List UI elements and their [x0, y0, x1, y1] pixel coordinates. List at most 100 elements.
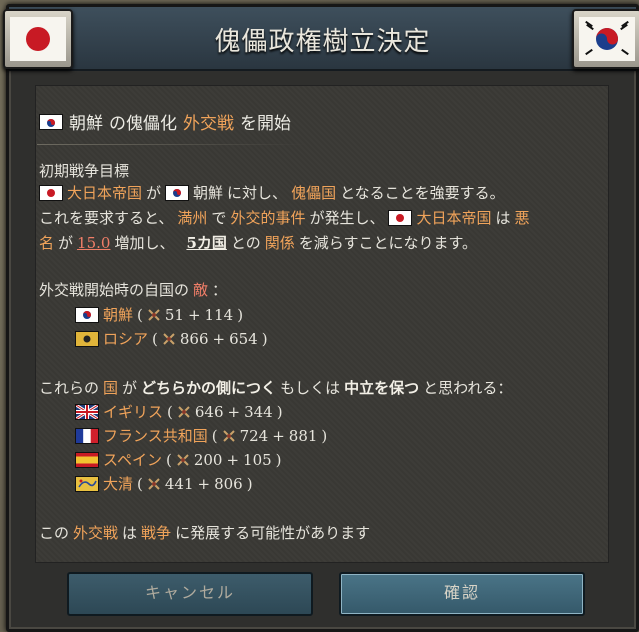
crossed-swords-icon	[163, 332, 175, 345]
keyword-link[interactable]: 外交的事件	[230, 207, 305, 228]
text: もしくは	[280, 379, 341, 397]
goal-line-3: 名が 15.0 増加し、 5カ国 との 関係 を減らすことになります。	[39, 232, 477, 253]
army-plus: 881	[288, 426, 318, 445]
neutral-row[interactable]: スペイン ( 200 + 105 )	[75, 449, 282, 470]
army-base: 200	[193, 450, 223, 469]
keyword-link[interactable]: 傀儡国	[291, 182, 336, 203]
subtitle-divider	[37, 144, 307, 145]
country-link[interactable]: 大清	[103, 473, 133, 494]
dialog-title: 傀儡政権樹立決定	[214, 27, 431, 57]
text: ：	[212, 281, 228, 299]
army-plus: 344	[244, 402, 273, 421]
subtitle-highlight[interactable]: 外交戦	[183, 109, 234, 134]
army-base: 51	[164, 305, 184, 324]
army-plus: 105	[243, 450, 272, 469]
paren-close: )	[261, 329, 268, 348]
region-link[interactable]: 満州	[177, 207, 207, 228]
text: が	[58, 234, 74, 252]
keyword-link[interactable]: 悪	[515, 207, 530, 228]
paren-open: (	[167, 402, 173, 421]
france-flag-icon	[75, 427, 99, 444]
text: これらの	[39, 379, 100, 397]
keyword-link[interactable]: 外交戦	[73, 522, 118, 543]
keyword-link[interactable]: 関係	[265, 232, 295, 253]
army-base: 646	[194, 402, 224, 421]
uk-flag-icon	[75, 403, 99, 420]
country-count[interactable]: 5カ国	[186, 232, 226, 253]
text: が	[146, 184, 162, 202]
keyword-link[interactable]: 戦争	[141, 522, 171, 543]
goal-line-2: これを要求すると、 満州で外交的事件 が発生し、 大日本帝国は悪	[39, 207, 530, 228]
army-base: 866	[179, 329, 209, 348]
japan-flag-icon	[39, 184, 63, 201]
country-link[interactable]: フランス共和国	[103, 425, 208, 446]
country-link[interactable]: 朝鮮	[193, 182, 223, 203]
text: となることを強要する。	[340, 184, 505, 202]
subtitle-tail: を開始	[240, 114, 291, 134]
country-link[interactable]: 大日本帝国	[67, 182, 142, 203]
confirm-button[interactable]: 確認	[339, 572, 585, 616]
diplomatic-play-dialog: 傀儡政権樹立決定 朝鮮 の傀儡化 外交戦 を開始 初期戦争目標 大日本帝国 が …	[3, 4, 639, 632]
korea-flag-icon	[165, 184, 190, 201]
plus-sign: +	[227, 402, 241, 421]
paren-close: )	[275, 450, 282, 469]
keyword-bold: どちらかの側につく	[141, 379, 277, 397]
paren-open: (	[137, 305, 143, 324]
plus-sign: +	[197, 474, 211, 493]
text: に発展する可能性があります	[175, 524, 371, 542]
subtitle-country[interactable]: 朝鮮	[69, 109, 103, 134]
neutral-row[interactable]: フランス共和国 ( 724 + 881 )	[75, 425, 327, 446]
text: を減らすことになります。	[298, 234, 477, 252]
text: は	[495, 209, 511, 227]
japan-flag-icon[interactable]	[3, 9, 73, 69]
text: に対し、	[227, 184, 288, 202]
country-link[interactable]: 朝鮮	[103, 304, 133, 325]
plus-sign: +	[212, 329, 226, 348]
infamy-value[interactable]: 15.0	[77, 234, 110, 252]
country-link[interactable]: ロシア	[103, 328, 148, 349]
enemy-row[interactable]: 朝鮮 ( 51 + 114 )	[75, 304, 243, 325]
crossed-swords-icon	[222, 429, 235, 442]
cancel-button[interactable]: キャンセル	[67, 572, 313, 616]
text: で	[211, 209, 227, 227]
keyword-link[interactable]: 国	[103, 377, 118, 398]
text: これを要求すると、	[39, 209, 174, 227]
text: が発生し、	[309, 209, 385, 227]
goal-line-1: 大日本帝国が 朝鮮 に対し、 傀儡国 となることを強要する。	[39, 182, 505, 203]
korea-flag-icon[interactable]	[572, 9, 639, 69]
neutral-row[interactable]: イギリス ( 646 + 344 )	[75, 401, 283, 422]
paren-open: (	[137, 474, 143, 493]
enemy-row[interactable]: ロシア ( 866 + 654 )	[75, 328, 268, 349]
neutral-row[interactable]: 大清 ( 441 + 806 )	[75, 473, 253, 494]
army-plus: 654	[229, 329, 258, 348]
keyword-bold: 中立を保つ	[344, 379, 420, 397]
keyword-link[interactable]: 敵	[193, 279, 208, 300]
country-link[interactable]: イギリス	[103, 401, 163, 422]
korea-flag-icon	[75, 306, 99, 323]
spain-flag-icon	[75, 451, 99, 468]
text: 増加し、	[114, 234, 175, 252]
russia-flag-icon	[75, 330, 99, 347]
text: と思われる：	[423, 379, 513, 397]
country-link[interactable]: 大日本帝国	[416, 207, 491, 228]
text: は	[122, 524, 138, 542]
neutral-heading: これらの国がどちらかの側につく もしくは 中立を保つ と思われる：	[39, 377, 512, 398]
crossed-swords-icon	[148, 308, 160, 321]
army-plus: 114	[204, 305, 234, 324]
keyword-link[interactable]: 名	[39, 232, 54, 253]
subtitle-text: の傀儡化	[109, 114, 177, 134]
korea-flag-icon	[39, 113, 63, 130]
country-link[interactable]: スペイン	[103, 449, 162, 470]
war-warning: この 外交戦は戦争 に発展する可能性があります	[39, 522, 370, 543]
army-plus: 806	[214, 474, 243, 493]
goal-heading: 初期戦争目標	[39, 162, 130, 180]
plus-sign: +	[187, 305, 201, 324]
text: この	[39, 524, 70, 542]
text: 外交戦開始時の自国の	[39, 281, 190, 299]
army-base: 441	[164, 474, 194, 493]
crossed-swords-icon	[178, 405, 190, 418]
plus-sign: +	[226, 450, 240, 469]
paren-close: )	[321, 426, 328, 445]
qing-flag-icon	[75, 475, 99, 492]
japan-flag-icon	[388, 209, 413, 226]
